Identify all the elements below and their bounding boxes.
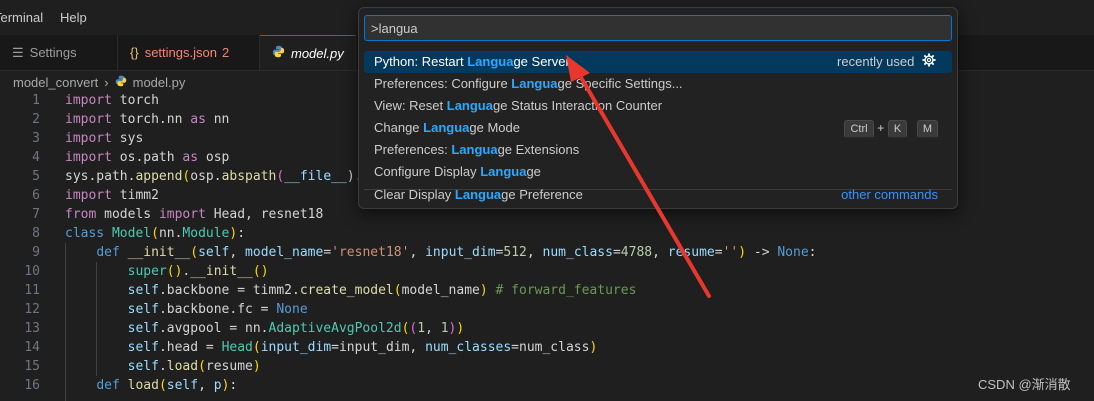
watermark: CSDN @渐消散 [978,377,1071,392]
annotation-arrow [566,55,711,298]
